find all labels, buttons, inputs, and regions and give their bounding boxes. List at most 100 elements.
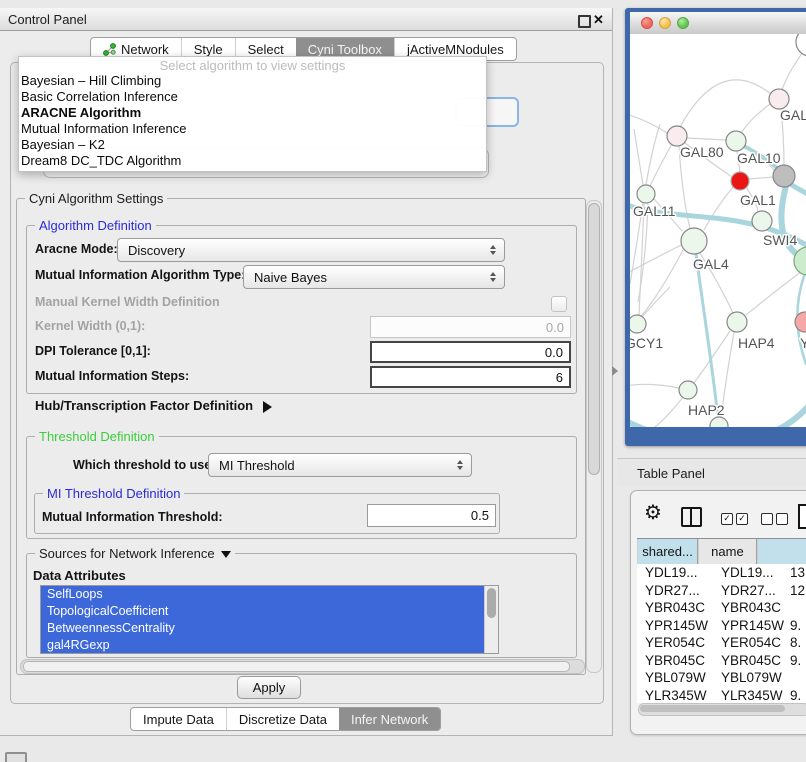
algorithm-option-dream8-dc-tdc-algorithm[interactable]: Dream8 DC_TDC Algorithm — [19, 153, 486, 169]
data-attribute-item[interactable]: SelfLoops — [41, 586, 485, 603]
algorithm-option-bayesian-k2[interactable]: Bayesian – K2 — [19, 137, 486, 153]
mi-algorithm-type-select[interactable]: Naive Bayes — [243, 265, 505, 289]
node-gcy1[interactable] — [630, 315, 646, 333]
minimize-window-icon[interactable] — [659, 17, 671, 29]
node-label-gal1: GAL1 — [740, 192, 776, 208]
sources-group-title[interactable]: Sources for Network Inference — [35, 546, 235, 561]
network-canvas[interactable]: GALGAL80GAL10GAL1GAL11SWI4GAL4GCY1HAP4YH… — [630, 34, 806, 427]
settings-horizontal-scrollbar[interactable] — [20, 659, 585, 674]
aracne-mode-select[interactable]: Discovery — [117, 238, 505, 262]
table-cell: YBR045C — [637, 653, 713, 668]
network-node[interactable] — [710, 417, 728, 427]
settings-group-title: Cyni Algorithm Settings — [25, 191, 167, 206]
node-hap4[interactable] — [727, 312, 747, 332]
node-gal[interactable] — [769, 89, 789, 109]
column-header-3[interactable] — [757, 539, 806, 564]
table-row[interactable]: YBR043CYBR043C — [637, 599, 806, 617]
hub-section-toggle[interactable]: Hub/Transcription Factor Definition — [35, 398, 272, 413]
settings-vscroll-thumb[interactable] — [588, 203, 600, 475]
node-label-y: Y — [800, 335, 806, 351]
tab-impute-data[interactable]: Impute Data — [131, 708, 226, 730]
table-hscroll-thumb[interactable] — [640, 705, 785, 712]
node-gal10[interactable] — [726, 131, 746, 151]
node-table: shared...name — [637, 538, 806, 565]
hub-section-label: Hub/Transcription Factor Definition — [35, 398, 253, 413]
control-panel-titlebar — [0, 8, 612, 31]
mi-steps-value: 6 — [556, 370, 563, 385]
algorithm-option-aracne-algorithm[interactable]: ARACNE Algorithm — [19, 105, 486, 121]
which-thresh-value: MI Threshold — [219, 458, 295, 473]
select-all-columns-icon[interactable]: ✓✓ — [721, 513, 748, 525]
algorithm-option-bayesian-hill-climbing[interactable]: Bayesian – Hill Climbing — [19, 73, 486, 89]
new-table-icon[interactable] — [798, 504, 806, 529]
mi-threshold-field[interactable]: 0.5 — [367, 504, 496, 527]
node-label-gal4: GAL4 — [693, 256, 729, 272]
kernel-width-label: Kernel Width (0,1): — [35, 319, 145, 333]
node-label-gcy1: GCY1 — [630, 335, 663, 351]
list-scrollbar[interactable] — [484, 586, 498, 653]
float-panel-icon[interactable] — [578, 15, 591, 28]
mi-threshold-group-title: MI Threshold Definition — [43, 486, 184, 501]
algorithm-option-mutual-information-inference[interactable]: Mutual Information Inference — [19, 121, 486, 137]
table-row[interactable]: YER054CYER054C8. — [637, 634, 806, 652]
table-horizontal-scrollbar[interactable] — [638, 703, 806, 716]
tab-discretize-data[interactable]: Discretize Data — [226, 708, 339, 730]
apply-button-label: Apply — [253, 680, 286, 695]
table-cell: 9. — [786, 618, 806, 633]
table-cell: YER054C — [713, 635, 786, 650]
tab-label: Select — [248, 42, 284, 57]
table-row[interactable]: YLR345WYLR345W9. — [637, 687, 806, 704]
node-gal1[interactable] — [731, 172, 749, 190]
column-header-shared[interactable]: shared... — [637, 539, 698, 564]
panel-grip-icon[interactable] — [5, 752, 27, 762]
node-gal80[interactable] — [667, 126, 687, 146]
table-cell: YDL19... — [637, 565, 713, 580]
list-scrollbar-thumb[interactable] — [487, 588, 496, 618]
algorithm-definition-title: Algorithm Definition — [35, 218, 156, 233]
mi-algorithm-type-label: Mutual Information Algorithm Type: — [35, 268, 245, 282]
panel-divider-handle[interactable] — [612, 366, 618, 376]
mi-threshold-label: Mutual Information Threshold: — [42, 510, 223, 524]
manual-kernel-width-checkbox[interactable] — [551, 296, 567, 312]
node-gal4[interactable] — [681, 228, 707, 254]
table-cell: YBL079W — [713, 670, 786, 685]
mi-algorithm-type-value: Naive Bayes — [254, 270, 327, 285]
table-cell: YDL19... — [713, 565, 786, 580]
close-window-icon[interactable] — [641, 17, 653, 29]
table-row[interactable]: YPR145WYPR145W9. — [637, 617, 806, 635]
apply-button[interactable]: Apply — [237, 676, 301, 699]
table-header-row: shared...name — [637, 538, 806, 565]
settings-hscroll-thumb[interactable] — [23, 661, 570, 672]
table-row[interactable]: YDR27...YDR27...12 — [637, 582, 806, 600]
tab-infer-network[interactable]: Infer Network — [339, 708, 440, 730]
node-hap2[interactable] — [679, 381, 697, 399]
aracne-mode-value: Discovery — [128, 243, 185, 258]
table-cell: YER054C — [637, 635, 713, 650]
kernel-width-field[interactable]: 0.0 — [370, 316, 571, 338]
algorithm-option-basic-correlation-inference[interactable]: Basic Correlation Inference — [19, 89, 486, 105]
close-panel-icon[interactable]: ✕ — [593, 12, 604, 28]
dpi-tolerance-value: 0.0 — [545, 345, 563, 360]
data-attribute-item[interactable]: gal4RGexp — [41, 637, 485, 654]
table-settings-gear-icon[interactable]: ⚙ — [644, 500, 662, 525]
deselect-all-columns-icon[interactable] — [761, 513, 788, 525]
network-node[interactable] — [773, 165, 795, 187]
column-header-name[interactable]: name — [698, 539, 757, 564]
network-node[interactable] — [796, 34, 806, 56]
zoom-window-icon[interactable] — [677, 17, 689, 29]
node-swi4[interactable] — [752, 211, 772, 231]
data-attribute-item[interactable]: TopologicalCoefficient — [41, 603, 485, 620]
which-threshold-select[interactable]: MI Threshold — [208, 453, 472, 477]
dpi-tolerance-field[interactable]: 0.0 — [370, 341, 571, 363]
table-row[interactable]: YDL19...YDL19...13 — [637, 564, 806, 582]
table-row[interactable]: YBL079WYBL079W — [637, 669, 806, 687]
data-attributes-list[interactable]: SelfLoopsTopologicalCoefficientBetweenne… — [40, 585, 499, 654]
collapse-down-icon — [221, 551, 231, 558]
node-gal11[interactable] — [637, 185, 655, 203]
settings-vertical-scrollbar[interactable] — [586, 200, 602, 673]
table-row[interactable]: YBR045CYBR045C9. — [637, 652, 806, 670]
table-cell: YBR045C — [713, 653, 786, 668]
mi-steps-field[interactable]: 6 — [370, 366, 571, 388]
split-columns-icon[interactable] — [681, 507, 702, 527]
data-attribute-item[interactable]: BetweennessCentrality — [41, 620, 485, 637]
